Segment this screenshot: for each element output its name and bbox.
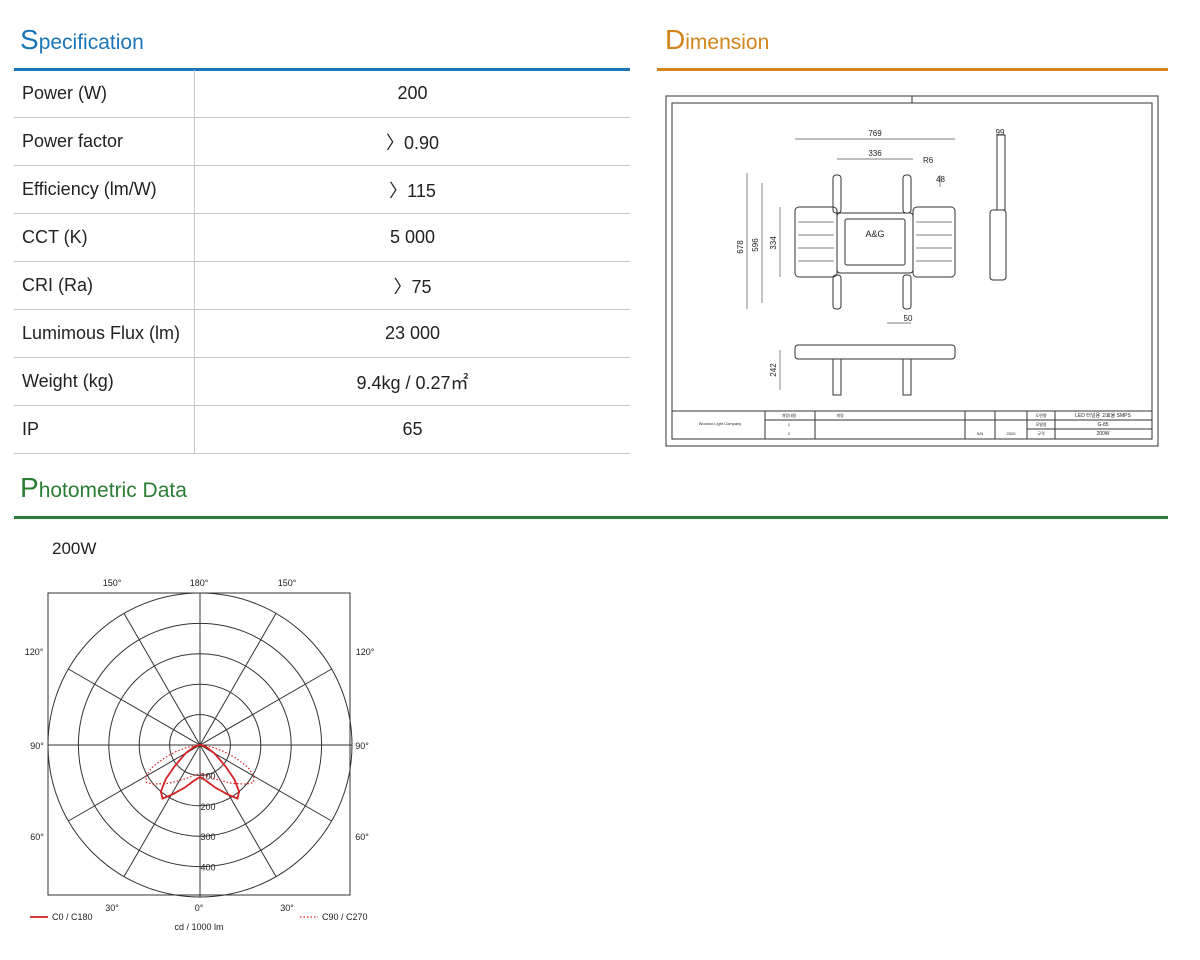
angle-label: 90° — [30, 741, 44, 751]
spec-label: Weight (kg) — [14, 357, 195, 406]
title-block-spec: 200W — [1096, 431, 1109, 437]
spec-label: Power (W) — [14, 70, 195, 118]
radial-tick-label: 300 — [200, 832, 215, 842]
dim-label-width: 769 — [868, 129, 882, 138]
angle-label: 30° — [280, 903, 294, 913]
legend-label: C90 / C270 — [322, 912, 368, 922]
angle-label: 0° — [195, 903, 204, 913]
title-block-cell-6: 규격 — [1037, 430, 1045, 436]
drawing-inner-border — [671, 102, 1153, 440]
title-block-cell-4: 도면명 — [1035, 412, 1046, 418]
spec-row: Efficiency (lm/W) 〉115 — [14, 165, 630, 214]
specification-title-rest: pecification — [38, 31, 144, 54]
title-block-cell-0: 개정내용 — [782, 412, 797, 418]
dim-label-596: 596 — [751, 238, 760, 252]
spec-row: Weight (kg) 9.4kg / 0.27㎡ — [14, 357, 630, 406]
dimension-rule — [657, 68, 1168, 71]
spec-value: 〉75 — [194, 261, 630, 310]
dim-label-radius: R6 — [923, 156, 934, 165]
title-block-cell-7: S/N — [977, 431, 984, 436]
unit-label: cd / 1000 lm — [174, 922, 223, 932]
spec-row: CCT (K) 5 000 — [14, 213, 630, 262]
angle-label: 120° — [356, 647, 375, 657]
title-block-product: LED 터널용 고효율 SMPS — [1075, 412, 1131, 419]
dim-label-48: 48 — [936, 175, 945, 184]
dimension-title: Dimension — [665, 24, 769, 56]
angle-label: 60° — [30, 832, 44, 842]
specification-table: Power (W) 200 Power factor 〉0.90 Efficiency … — [14, 70, 630, 454]
angle-label: 30° — [105, 903, 119, 913]
title-block-cell-3: 2 — [788, 431, 791, 436]
angle-label: 90° — [355, 741, 369, 751]
polar-chart: 150° 180° 150° 120° 120° 90° 90° 60° 60° 30° 0° 30°… — [25, 578, 375, 932]
spec-label: CRI (Ra) — [14, 261, 195, 310]
angle-label: 120° — [25, 647, 44, 657]
photometric-title: Photometric Data — [20, 472, 187, 504]
title-block-cell-8: 2020 — [1007, 431, 1017, 436]
legend-label: C0 / C180 — [52, 912, 93, 922]
radial-tick-label: 400 — [200, 863, 215, 873]
spec-label: CCT (K) — [14, 213, 195, 262]
drawing-outer-border — [665, 95, 1159, 447]
spec-row: IP 65 — [14, 405, 630, 454]
dim-label-242: 242 — [769, 363, 778, 377]
title-block-company: Woosoo Light Company — [699, 421, 742, 426]
spec-value: 〉115 — [194, 165, 630, 214]
dim-label-50: 50 — [904, 314, 913, 323]
dim-label-depth: 99 — [996, 128, 1005, 137]
spec-row: CRI (Ra) 〉75 — [14, 261, 630, 310]
bottom-view — [794, 344, 956, 360]
spec-value: 5 000 — [194, 213, 630, 262]
title-block-cell-5: 모델명 — [1035, 421, 1046, 427]
angle-label: 60° — [355, 832, 369, 842]
dimension-title-rest: imension — [685, 31, 770, 54]
title-block-cell-2: 1 — [788, 422, 791, 427]
photometric-title-rest: hotometric Data — [38, 479, 187, 502]
title-block-model: G-85 — [1097, 422, 1108, 428]
fixture-center-box — [836, 212, 914, 274]
bracket-top-right — [902, 174, 912, 214]
photometric-rule — [14, 516, 1168, 519]
dimension-drawing: 769 336 R6 48 99 678 596 334 50 242 A&G … — [665, 95, 1159, 447]
dim-label-inner: 336 — [868, 149, 882, 158]
spec-value: 200 — [194, 70, 630, 118]
spec-label: Power factor — [14, 117, 195, 166]
spec-row: Power factor 〉0.90 — [14, 117, 630, 166]
fixture-left-module — [794, 206, 838, 278]
angle-label: 180° — [190, 578, 209, 588]
fixture-right-module — [912, 206, 956, 278]
dim-label-height: 678 — [736, 240, 745, 254]
angle-label: 150° — [103, 578, 122, 588]
bracket-bottom-right — [902, 274, 912, 310]
spec-value: 23 000 — [194, 309, 630, 358]
specification-title: Specification — [20, 24, 144, 56]
spec-label: IP — [14, 405, 195, 454]
dim-label-334: 334 — [769, 236, 778, 250]
spec-value: 〉0.90 — [194, 117, 630, 166]
radial-tick-label: 200 — [200, 802, 215, 812]
spec-label: Lumimous Flux (lm) — [14, 309, 195, 358]
photometric-title-initial: P — [20, 472, 39, 503]
side-view — [989, 209, 1007, 281]
spec-row: Power (W) 200 — [14, 70, 630, 118]
bracket-bottom-left — [832, 274, 842, 310]
brand-label: A&G — [865, 229, 884, 239]
title-block-cell-1: 개정 — [836, 412, 844, 418]
spec-label: Efficiency (lm/W) — [14, 165, 195, 214]
specification-title-initial: S — [20, 24, 39, 55]
spec-value: 65 — [194, 405, 630, 454]
dimension-title-initial: D — [665, 24, 686, 55]
spec-value: 9.4kg / 0.27㎡ — [194, 357, 630, 406]
angle-label: 150° — [278, 578, 297, 588]
chart-subtitle: 200W — [52, 539, 97, 558]
spec-row: Lumimous Flux (lm) 23 000 — [14, 309, 630, 358]
